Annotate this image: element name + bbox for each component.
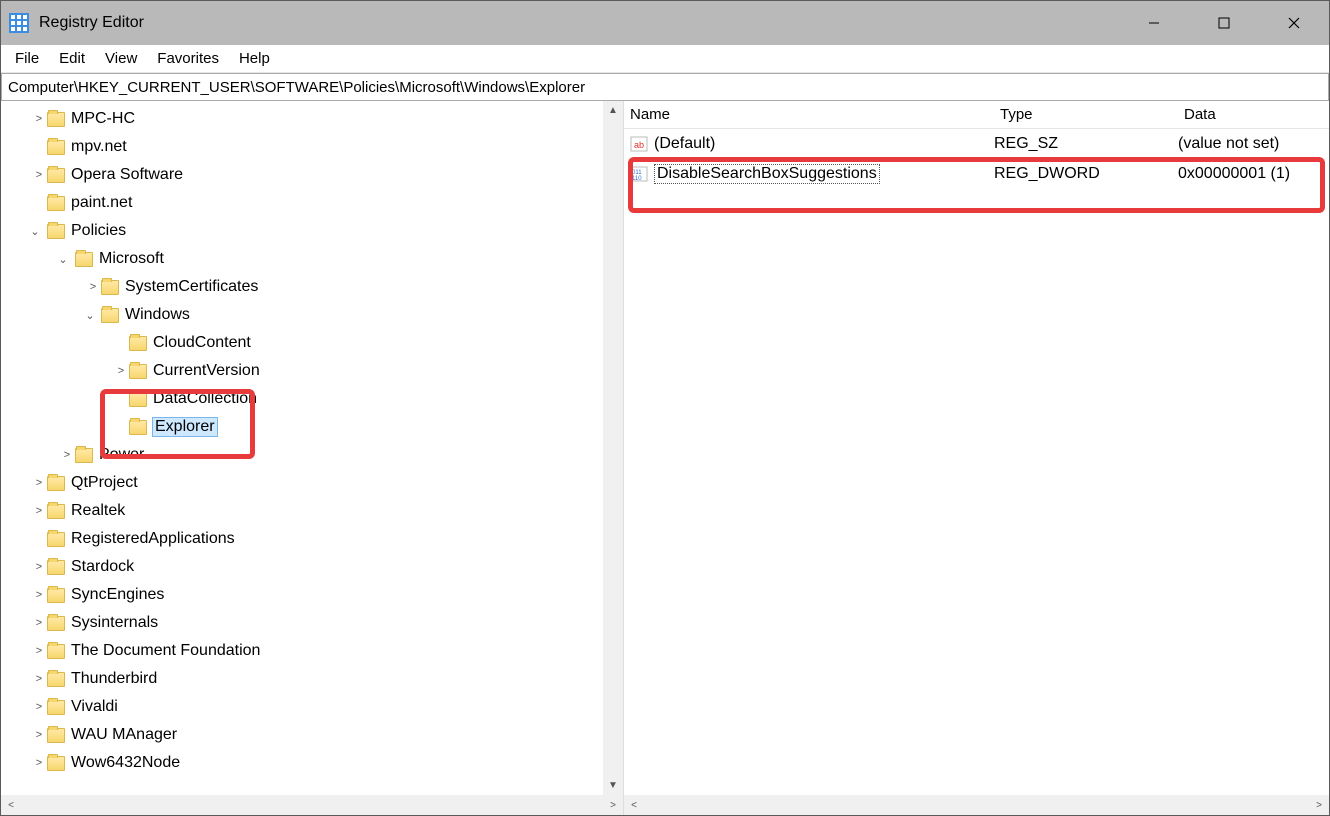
value-data: 0x00000001 (1) [1178,165,1329,183]
menu-file[interactable]: File [5,48,49,69]
value-name: DisableSearchBoxSuggestions [654,164,880,184]
scroll-left-icon: < [1,800,21,811]
address-bar[interactable]: Computer\HKEY_CURRENT_USER\SOFTWARE\Poli… [1,73,1329,101]
tree-node-microsoft[interactable]: ⌄Microsoft [1,245,623,273]
tree-node-sysinternals[interactable]: >Sysinternals [1,609,623,637]
tree-node-policies[interactable]: ⌄Policies [1,217,623,245]
svg-text:ab: ab [634,140,644,150]
menu-view[interactable]: View [95,48,147,69]
list-horizontal-scrollbar[interactable]: < > [624,795,1329,815]
column-header-data[interactable]: Data [1184,106,1329,123]
value-type: REG_DWORD [994,165,1178,183]
scroll-left-icon: < [624,800,644,811]
tree-node-explorer[interactable]: Explorer [1,413,623,441]
menu-favorites[interactable]: Favorites [147,48,229,69]
folder-icon [47,532,65,547]
folder-icon [47,224,65,239]
scroll-right-icon: > [603,800,623,811]
folder-icon [47,728,65,743]
folder-icon [47,476,65,491]
menu-edit[interactable]: Edit [49,48,95,69]
tree-node-windows[interactable]: ⌄Windows [1,301,623,329]
tree-node-wau[interactable]: >WAU MAnager [1,721,623,749]
folder-icon [129,420,147,435]
folder-icon [101,308,119,323]
tree-node-tdf[interactable]: >The Document Foundation [1,637,623,665]
tree-node-cloudcontent[interactable]: CloudContent [1,329,623,357]
tree-node-wow6432node[interactable]: >Wow6432Node [1,749,623,777]
values-list[interactable]: ab (Default) REG_SZ (value not set) 0111… [624,129,1329,795]
value-name: (Default) [654,135,715,153]
value-data: (value not set) [1178,135,1329,153]
menu-help[interactable]: Help [229,48,280,69]
tree-node-power[interactable]: >Power [1,441,623,469]
folder-icon [129,392,147,407]
tree-node-qtproject[interactable]: >QtProject [1,469,623,497]
folder-icon [47,504,65,519]
tree-node-paintnet[interactable]: paint.net [1,189,623,217]
tree-node-mpvnet[interactable]: mpv.net [1,133,623,161]
tree-node-datacollection[interactable]: DataCollection [1,385,623,413]
folder-icon [47,560,65,575]
window-title: Registry Editor [39,14,1119,32]
reg-string-icon: ab [630,135,648,153]
reg-dword-icon: 011110 [630,165,648,183]
address-text: Computer\HKEY_CURRENT_USER\SOFTWARE\Poli… [8,79,585,96]
values-list-header: Name Type Data [624,101,1329,129]
column-header-type[interactable]: Type [1000,106,1184,123]
folder-icon [47,616,65,631]
folder-icon [47,644,65,659]
svg-text:110: 110 [632,176,642,182]
tree-node-mpc-hc[interactable]: >MPC-HC [1,105,623,133]
value-row-disablesearchboxsuggestions[interactable]: 011110 DisableSearchBoxSuggestions REG_D… [630,159,1329,189]
folder-icon [47,140,65,155]
registry-tree[interactable]: ▲ ▼ >MPC-HC mpv.net >Opera Software pain… [1,101,623,795]
folder-icon [47,588,65,603]
tree-node-realtek[interactable]: >Realtek [1,497,623,525]
tree-node-syncengines[interactable]: >SyncEngines [1,581,623,609]
value-type: REG_SZ [994,135,1178,153]
folder-icon [47,672,65,687]
maximize-button[interactable] [1189,1,1259,45]
folder-icon [129,364,147,379]
folder-icon [47,168,65,183]
tree-node-systemcertificates[interactable]: >SystemCertificates [1,273,623,301]
close-button[interactable] [1259,1,1329,45]
tree-node-registeredapplications[interactable]: RegisteredApplications [1,525,623,553]
folder-icon [47,756,65,771]
folder-icon [47,112,65,127]
column-header-name[interactable]: Name [630,106,1000,123]
folder-icon [101,280,119,295]
value-row-default[interactable]: ab (Default) REG_SZ (value not set) [630,129,1329,159]
tree-node-currentversion[interactable]: >CurrentVersion [1,357,623,385]
folder-icon [75,448,93,463]
minimize-button[interactable] [1119,1,1189,45]
folder-icon [47,700,65,715]
regedit-app-icon [9,13,29,33]
folder-icon [47,196,65,211]
folder-icon [129,336,147,351]
menubar: File Edit View Favorites Help [1,45,1329,73]
tree-horizontal-scrollbar[interactable]: < > [1,795,623,815]
tree-node-stardock[interactable]: >Stardock [1,553,623,581]
scroll-down-icon: ▼ [608,776,618,795]
tree-node-opera[interactable]: >Opera Software [1,161,623,189]
scroll-right-icon: > [1309,800,1329,811]
tree-node-thunderbird[interactable]: >Thunderbird [1,665,623,693]
tree-node-vivaldi[interactable]: >Vivaldi [1,693,623,721]
titlebar: Registry Editor [1,1,1329,45]
folder-icon [75,252,93,267]
